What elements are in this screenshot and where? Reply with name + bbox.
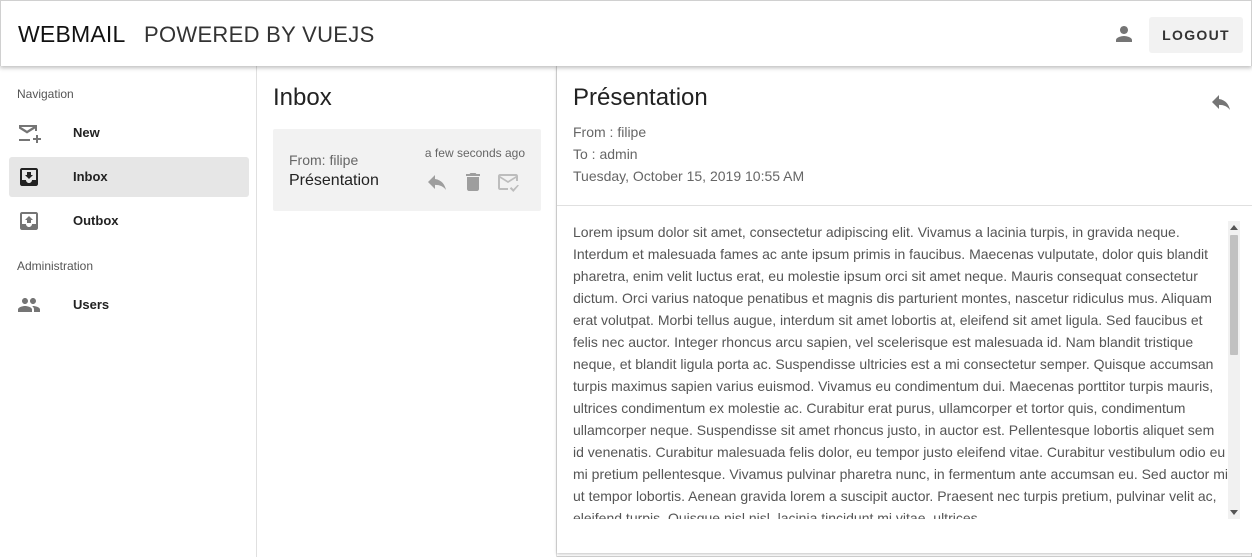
sidebar-item-label: Outbox xyxy=(73,213,119,228)
mail-sender: From: filipe xyxy=(289,152,359,168)
mark-read-icon[interactable] xyxy=(496,170,520,194)
message-body: Lorem ipsum dolor sit amet, consectetur … xyxy=(573,224,1228,519)
sidebar-item-label: Users xyxy=(73,297,110,312)
top-bar: WEBMAIL POWERED BY VUEJS LOGOUT xyxy=(0,0,1252,66)
mail-list-item[interactable]: From: filipe Présentation a few seconds … xyxy=(273,129,541,211)
sidebar-item-users[interactable]: Users xyxy=(9,285,249,325)
outbox-icon xyxy=(17,209,41,233)
inbox-icon xyxy=(17,165,41,189)
sidebar-item-label: New xyxy=(73,125,100,140)
sidebar-item-label: Inbox xyxy=(73,169,108,184)
mail-subject: Présentation xyxy=(289,172,379,189)
sidebar-item-outbox[interactable]: Outbox xyxy=(9,201,249,241)
scroll-down-arrow-icon[interactable] xyxy=(1230,510,1238,515)
logout-button[interactable]: LOGOUT xyxy=(1149,17,1243,53)
administration-section-label: Administration xyxy=(17,259,94,273)
divider xyxy=(557,205,1252,206)
app-brand: WEBMAIL xyxy=(18,21,126,47)
navigation-section-label: Navigation xyxy=(17,87,74,101)
sidebar-item-inbox[interactable]: Inbox xyxy=(9,157,249,197)
scroll-thumb[interactable] xyxy=(1230,235,1238,355)
message-date: Tuesday, October 15, 2019 10:55 AM xyxy=(573,168,805,184)
app-subtitle: POWERED BY VUEJS xyxy=(144,22,375,47)
mail-timestamp: a few seconds ago xyxy=(424,146,525,160)
users-icon xyxy=(17,293,41,317)
inbox-panel: Inbox From: filipe Présentation a few se… xyxy=(257,66,557,557)
reply-icon[interactable] xyxy=(425,170,449,194)
message-title: Présentation xyxy=(573,84,708,111)
sidebar-item-new[interactable]: New xyxy=(9,113,249,153)
message-scrollbar[interactable] xyxy=(1228,221,1240,519)
delete-icon[interactable] xyxy=(461,170,485,194)
inbox-title: Inbox xyxy=(273,84,332,111)
new-mail-icon xyxy=(17,121,41,145)
reply-icon[interactable] xyxy=(1209,90,1233,114)
message-to: To : admin xyxy=(573,146,638,162)
message-reader: Présentation From : filipe To : admin Tu… xyxy=(557,66,1252,553)
scroll-up-arrow-icon[interactable] xyxy=(1230,225,1238,230)
account-icon[interactable] xyxy=(1112,22,1136,46)
sidebar: Navigation New Inbox Outbox Administrati… xyxy=(0,66,257,557)
message-from: From : filipe xyxy=(573,124,647,140)
